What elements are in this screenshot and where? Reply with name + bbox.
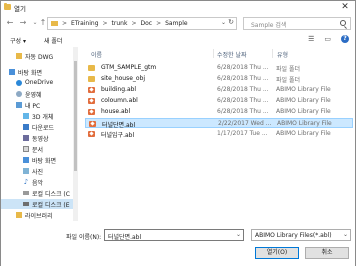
column-header-name[interactable]: 이름 [91, 50, 102, 59]
video-icon [23, 135, 29, 141]
column-divider[interactable] [213, 49, 214, 58]
nav-item-user[interactable]: 윤영혜 [1, 89, 73, 99]
nav-item-autodwg[interactable]: 자동 DWG [1, 51, 73, 61]
pc-icon [16, 102, 22, 108]
folder-icon [4, 3, 11, 10]
filetype-select[interactable]: ABIMO Library Files(*.abl) ⌄ [251, 229, 351, 241]
folder-icon [88, 65, 95, 71]
organize-button[interactable]: 구성 ▾ [10, 36, 26, 45]
column-header-date[interactable]: 수정한 날짜 [217, 50, 247, 59]
chevron-down-icon[interactable]: ⌄ [236, 231, 241, 238]
nav-item-drive-e[interactable]: 로컬 디스크 (E [1, 199, 73, 209]
view-controls: ☰ ▭ ? [308, 35, 349, 43]
nav-item-documents[interactable]: 문서 [1, 144, 73, 154]
chevron-down-icon: ⌄ [342, 231, 348, 238]
nav-scrollbar[interactable] [73, 47, 78, 221]
abl-file-icon [88, 109, 95, 115]
breadcrumb: > ETraining > trunk > Doc > Sample [62, 20, 188, 27]
column-divider[interactable] [272, 49, 273, 58]
filetype-value: ABIMO Library Files(*.abl) [255, 232, 332, 239]
title-bar: 열기 ✕ [1, 1, 355, 14]
breadcrumb-item[interactable]: ETraining [71, 20, 98, 27]
abl-file-icon [88, 87, 95, 93]
filename-label: 파일 이름(N): [66, 234, 102, 241]
nav-item-3d-objects[interactable]: 3D 개체 [1, 111, 73, 121]
new-folder-button[interactable]: 새 폴더 [44, 36, 62, 45]
download-icon [23, 124, 29, 130]
document-icon [23, 146, 29, 152]
nav-item-videos[interactable]: 동영상 [1, 133, 73, 143]
cube-icon [23, 113, 29, 119]
close-button[interactable]: ✕ [339, 1, 351, 13]
nav-item-pictures[interactable]: 사진 [1, 166, 73, 176]
open-file-dialog: 열기 ✕ ← → ⌄ ↑ > ETraining > trunk > Doc >… [0, 0, 356, 266]
refresh-icon[interactable]: ↻ [228, 18, 234, 26]
column-header-type[interactable]: 유형 [277, 50, 288, 59]
forward-arrow-icon[interactable]: → [18, 18, 28, 28]
nav-item-libraries[interactable]: 라이브러리 [1, 210, 73, 220]
filename-input[interactable]: 터널단면.abl ⌄ [104, 229, 244, 241]
open-button[interactable]: 열기(O) [255, 247, 299, 259]
address-bar-row: ← → ⌄ ↑ > ETraining > trunk > Doc > Samp… [1, 15, 355, 32]
nav-item-music[interactable]: ♪ 음악 [1, 177, 73, 188]
nav-item-onedrive[interactable]: OneDrive [1, 78, 73, 88]
folder-icon [88, 76, 95, 82]
nav-item-desktop[interactable]: 바탕 화면 [1, 67, 73, 77]
desktop-icon [9, 69, 15, 75]
file-row[interactable]: house.abl 6/28/2018 Thu ... ABIMO Librar… [85, 107, 353, 117]
cloud-icon [16, 80, 22, 86]
nav-item-downloads[interactable]: 다운로드 [1, 122, 73, 132]
search-input[interactable]: Sample 검색 [243, 17, 351, 30]
folder-icon [51, 21, 58, 26]
preview-pane-icon[interactable]: ▭ [324, 35, 331, 43]
help-icon[interactable]: ? [341, 35, 349, 43]
navigation-pane: 자동 DWG 바탕 화면 OneDrive 윤영혜 내 PC 3D 개체 다운로… [1, 47, 76, 221]
breadcrumb-item[interactable]: Doc [140, 20, 152, 27]
search-icon [340, 20, 346, 26]
abl-file-icon [88, 98, 95, 104]
library-icon [16, 212, 22, 218]
file-row[interactable]: coloumn.abl 6/28/2018 Thu ... ABIMO Libr… [85, 96, 353, 106]
file-row-selected[interactable]: 터널단면.abl 2/22/2017 Wed ... ABIMO Library… [85, 118, 353, 129]
nav-item-this-pc[interactable]: 내 PC [1, 100, 73, 110]
view-options-icon[interactable]: ☰ [308, 35, 314, 43]
cancel-button[interactable]: 취소 [305, 247, 349, 259]
desktop-icon [23, 157, 29, 163]
file-row[interactable]: site_house_obj 6/28/2018 Thu ... 파일 폴더 [85, 74, 353, 84]
user-icon [16, 91, 22, 97]
drive-icon [23, 202, 29, 206]
scrollbar-thumb[interactable] [74, 61, 77, 171]
chevron-down-icon[interactable]: ⌄ [221, 19, 226, 26]
picture-icon [23, 168, 29, 174]
abl-file-icon [89, 121, 96, 127]
drive-icon [23, 191, 29, 195]
file-row[interactable]: GTM_SAMPLE_gtm 6/28/2018 Thu ... 파일 폴더 [85, 63, 353, 73]
dialog-footer: 파일 이름(N): 터널단면.abl ⌄ ABIMO Library Files… [1, 222, 355, 266]
nav-item-desktop-2[interactable]: 바탕 화면 [1, 155, 73, 165]
breadcrumb-item[interactable]: Sample [165, 20, 188, 27]
music-icon: ♪ [23, 178, 29, 186]
nav-item-drive-c[interactable]: 로컬 디스크 (C [1, 188, 73, 198]
file-list: 이름 수정한 날짜 유형 GTM_SAMPLE_gtm 6/28/2018 Th… [81, 47, 355, 221]
back-arrow-icon[interactable]: ← [5, 18, 15, 28]
search-placeholder: Sample 검색 [251, 22, 287, 29]
folder-icon [16, 53, 22, 59]
filename-value: 터널단면.abl [108, 234, 142, 241]
abl-file-icon [88, 131, 95, 137]
command-bar: 구성 ▾ 새 폴더 ☰ ▭ ? [1, 33, 355, 47]
breadcrumb-item[interactable]: trunk [112, 20, 128, 27]
file-row[interactable]: 터널입구.abl 1/17/2017 Tue ... ABIMO Library… [85, 129, 353, 139]
file-row[interactable]: building.abl 6/28/2018 Thu ... ABIMO Lib… [85, 85, 353, 95]
window-title: 열기 [14, 5, 26, 13]
address-bar[interactable]: > ETraining > trunk > Doc > Sample ⌄ ↻ [47, 17, 237, 30]
